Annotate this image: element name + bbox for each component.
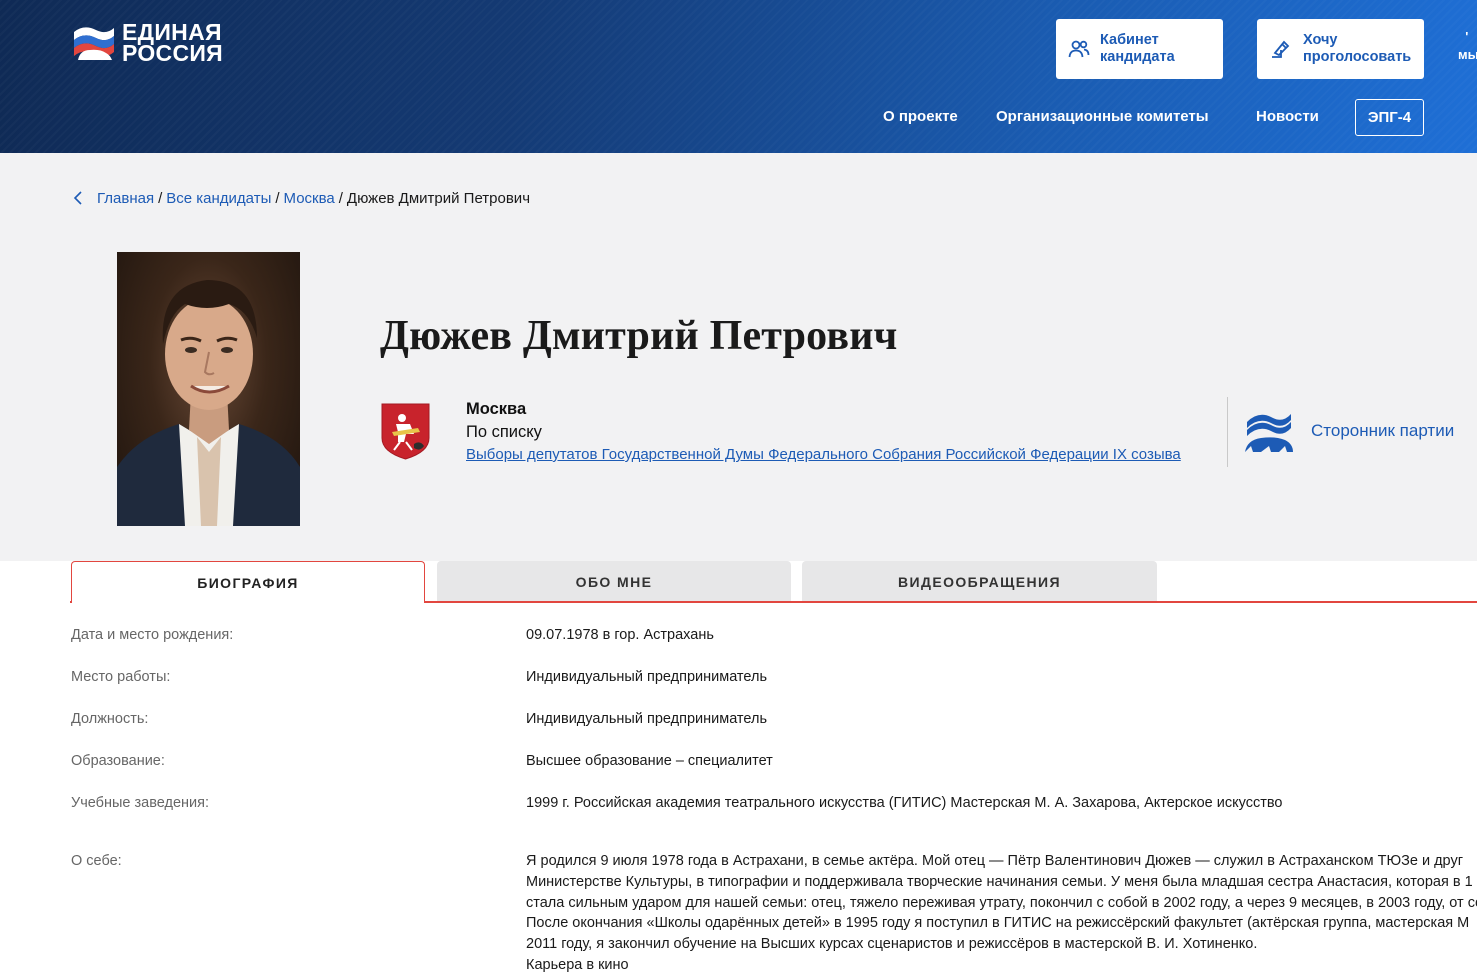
chevron-left-icon[interactable] <box>70 189 88 207</box>
about-line: После окончания «Школы одарённых детей» … <box>526 915 1470 932</box>
candidate-photo <box>117 252 300 526</box>
meta-divider <box>1227 397 1228 467</box>
users-icon <box>1068 40 1090 58</box>
breadcrumb-separator: / <box>158 189 163 207</box>
institutions-value: 1999 г. Российская академия театрального… <box>526 795 1283 811</box>
ballot-hand-icon <box>1272 40 1290 58</box>
about-line: Карьера в кино <box>526 956 629 973</box>
institutions-label: Учебные заведения: <box>71 795 210 811</box>
moscow-coat-of-arms-icon <box>381 403 430 460</box>
nav-committees[interactable]: Организационные комитеты <box>996 108 1209 125</box>
bear-flag-icon <box>74 27 114 60</box>
site-header: ЕДИНАЯ РОССИЯ Кабинет кандидата Хочу про… <box>0 0 1477 153</box>
candidate-meta: Москва По списку Выборы депутатов Госуда… <box>466 398 1181 466</box>
active-tab-gap <box>72 600 424 604</box>
candidate-name: Дюжев Дмитрий Петрович <box>380 313 898 359</box>
candidate-nomination-mode: По списку <box>466 423 542 441</box>
breadcrumb-separator: / <box>338 189 343 207</box>
breadcrumb: Главная / Все кандидаты / Москва / Дюжев… <box>70 189 530 207</box>
about-line: стала сильным ударом для нашей семьи: от… <box>526 894 1477 911</box>
epg-button[interactable]: ЭПГ-4 <box>1355 99 1424 136</box>
candidate-cabinet-button[interactable]: Кабинет кандидата <box>1056 19 1223 79</box>
header-cutoff-text: ' мы <box>1458 29 1477 62</box>
election-link[interactable]: Выборы депутатов Государственной Думы Фе… <box>466 446 1181 463</box>
birth-value: 09.07.1978 в гор. Астрахань <box>526 627 714 643</box>
birth-label: Дата и место рождения: <box>71 627 234 643</box>
candidate-region: Москва <box>466 400 527 418</box>
portrait-illustration <box>117 280 300 526</box>
breadcrumb-moscow[interactable]: Москва <box>284 190 335 207</box>
party-supporter-badge: Сторонник партии <box>1243 408 1454 454</box>
about-label: О себе: <box>71 853 122 869</box>
tab-about-me[interactable]: ОБО МНЕ <box>437 561 791 602</box>
party-logo[interactable]: ЕДИНАЯ РОССИЯ <box>70 19 224 66</box>
work-label: Место работы: <box>71 669 171 685</box>
position-label: Должность: <box>71 711 149 727</box>
about-line: Я родился 9 июля 1978 года в Астрахани, … <box>526 853 1463 869</box>
supporter-label: Сторонник партии <box>1311 421 1455 440</box>
tab-video-messages[interactable]: ВИДЕООБРАЩЕНИЯ <box>802 561 1157 602</box>
about-text: Я родился 9 июля 1978 года в Астрахани, … <box>526 851 1477 976</box>
want-to-vote-button[interactable]: Хочу проголосовать <box>1257 19 1424 79</box>
nav-news[interactable]: Новости <box>1256 108 1319 125</box>
tab-biography[interactable]: БИОГРАФИЯ <box>71 561 425 603</box>
about-line: Министерстве Культуры, в типографии и по… <box>526 873 1473 890</box>
about-line: 2011 году, я закончил обучение на Высших… <box>526 936 1258 953</box>
education-value: Высшее образование – специалитет <box>526 753 773 769</box>
logo-text: ЕДИНАЯ РОССИЯ <box>122 19 224 66</box>
breadcrumb-home[interactable]: Главная <box>97 190 154 207</box>
education-label: Образование: <box>71 753 165 769</box>
position-value: Индивидуальный предприниматель <box>526 711 768 727</box>
breadcrumb-all-candidates[interactable]: Все кандидаты <box>166 190 271 207</box>
want-to-vote-label: Хочу проголосовать <box>1303 32 1412 65</box>
work-value: Индивидуальный предприниматель <box>526 669 768 685</box>
candidate-cabinet-label: Кабинет кандидата <box>1100 32 1175 65</box>
bear-icon <box>1245 414 1293 452</box>
nav-about[interactable]: О проекте <box>883 108 958 125</box>
breadcrumb-separator: / <box>275 189 280 207</box>
breadcrumb-current: Дюжев Дмитрий Петрович <box>346 189 531 207</box>
